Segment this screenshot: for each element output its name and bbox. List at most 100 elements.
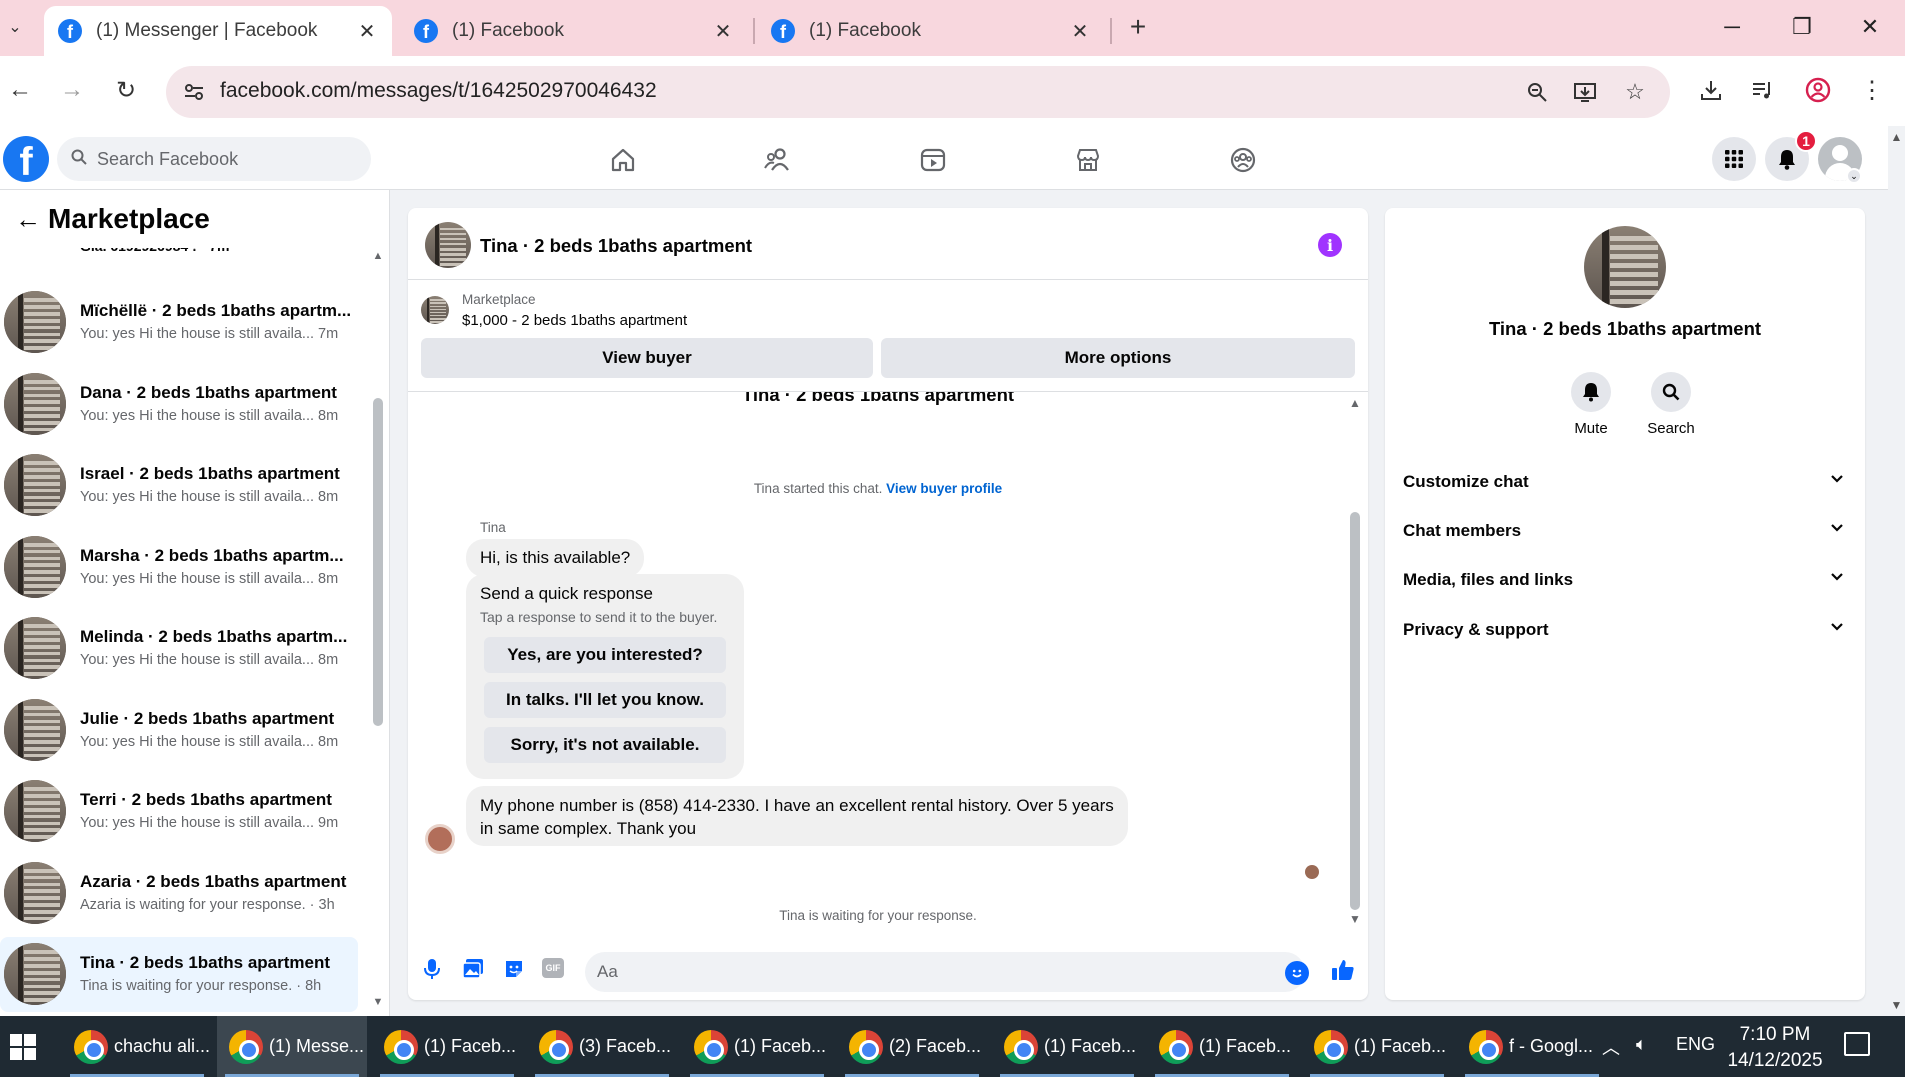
address-bar[interactable]: facebook.com/messages/t/1642502970046432… [166,66,1670,118]
browser-tab-messenger[interactable]: f (1) Messenger | Facebook ✕ [44,6,392,56]
list-item[interactable]: Israel · 2 beds 1baths apartment You: yes… [0,448,358,523]
tab-close-icon[interactable]: ✕ [712,19,734,44]
facebook-search[interactable] [57,137,371,181]
info-icon[interactable]: i [1318,233,1342,257]
conversation-thumbnail[interactable] [425,222,471,268]
scroll-up-arrow-icon[interactable]: ▲ [1347,396,1363,410]
scroll-down-arrow-icon[interactable]: ▼ [1347,912,1363,926]
media-controls-icon[interactable] [1744,72,1780,108]
browser-tab-facebook-2[interactable]: f (1) Facebook ✕ [757,6,1105,56]
chat-members-row[interactable]: Chat members [1391,507,1859,553]
zoom-icon[interactable] [1522,78,1552,106]
notification-center-icon[interactable] [1844,1032,1870,1056]
customize-chat-row[interactable]: Customize chat [1391,458,1859,504]
conversation-avatar[interactable] [1584,226,1666,308]
conversation-title[interactable]: Tina · 2 beds 1baths apartment [480,235,752,257]
tab-close-icon[interactable]: ✕ [1069,19,1091,44]
gif-icon[interactable]: GIF [542,958,564,978]
thread-scrollbar[interactable] [1350,512,1360,910]
marketplace-icon[interactable] [1058,138,1118,182]
list-item[interactable]: Dana · 2 beds 1baths apartment You: yes H… [0,367,358,442]
taskbar-item[interactable]: (1) Faceb... [372,1016,522,1077]
list-item[interactable]: Terri · 2 beds 1baths apartment You: yes … [0,774,358,849]
listing-price[interactable]: $1,000 - 2 beds 1baths apartment [462,312,687,329]
more-options-button[interactable]: More options [881,338,1355,378]
chevron-up-icon[interactable]: ︿ [1602,1034,1620,1060]
row-label: Privacy & support [1403,620,1549,639]
menu-grid-icon[interactable] [1712,137,1756,181]
home-icon[interactable] [593,138,653,182]
video-icon[interactable] [903,138,963,182]
taskbar-item[interactable]: f - Googl... [1457,1016,1607,1077]
message-line: in same complex. Thank you [480,819,697,838]
taskbar-item[interactable]: (1) Faceb... [1302,1016,1452,1077]
chevron-down-icon [1829,519,1845,540]
bookmark-star-icon[interactable]: ☆ [1620,78,1650,106]
emoji-icon[interactable] [1285,961,1309,985]
profile-icon[interactable] [1800,72,1836,108]
browser-menu-icon[interactable]: ⋮ [1854,72,1890,108]
back-arrow-icon[interactable]: ← [8,204,48,235]
groups-icon[interactable] [1213,138,1273,182]
minimize-icon[interactable]: ─ [1712,8,1752,46]
restore-icon[interactable]: ❐ [1782,8,1822,46]
privacy-support-row[interactable]: Privacy & support [1391,606,1859,652]
listing-thumbnail [4,943,66,1005]
search-input[interactable] [97,148,347,170]
message-input[interactable] [585,952,1305,992]
taskbar-item[interactable]: (1) Faceb... [1147,1016,1297,1077]
browser-tab-facebook-1[interactable]: f (1) Facebook ✕ [400,6,748,56]
message-bubble[interactable]: Hi, is this available? [466,539,645,577]
downloads-icon[interactable] [1693,72,1729,108]
taskbar-item[interactable]: (1) Messe... [217,1016,367,1077]
message-bubble[interactable]: My phone number is (858) 414-2330. I hav… [466,786,1128,846]
list-item[interactable]: Mïchëllë · 2 beds 1baths apartm... You: y… [0,285,358,360]
taskbar-item[interactable]: (1) Faceb... [992,1016,1142,1077]
taskbar-item[interactable]: (3) Faceb... [527,1016,677,1077]
friends-icon[interactable] [748,138,808,182]
list-item[interactable]: Julie · 2 beds 1baths apartment You: yes … [0,693,358,768]
language-indicator[interactable]: ENG [1676,1034,1715,1055]
tab-close-icon[interactable]: ✕ [356,19,378,44]
facebook-logo[interactable]: f [3,136,49,182]
sender-avatar[interactable] [425,824,455,854]
thumbs-up-icon[interactable] [1328,955,1358,985]
url-text[interactable]: facebook.com/messages/t/1642502970046432 [220,79,657,103]
page-scroll-down-arrow-icon[interactable]: ▼ [1888,998,1905,1012]
back-arrow-icon[interactable]: ← [0,70,40,110]
list-item[interactable]: Marsha · 2 beds 1baths apartm... You: yes… [0,530,358,605]
taskbar-item[interactable]: (2) Faceb... [837,1016,987,1077]
quick-response-option[interactable]: Yes, are you interested? [484,637,726,673]
close-window-icon[interactable]: ✕ [1850,8,1890,46]
mute-button[interactable]: Mute [1556,372,1626,437]
taskbar-item[interactable]: chachu ali... [62,1016,212,1077]
view-buyer-button[interactable]: View buyer [421,338,873,378]
list-item[interactable]: Tina · 2 beds 1baths apartment Tina is wa… [0,937,358,1012]
list-item[interactable]: Melinda · 2 beds 1baths apartm... You: ye… [0,611,358,686]
windows-start-icon[interactable] [10,1034,36,1060]
taskbar-item[interactable]: (1) Faceb... [682,1016,832,1077]
scroll-up-arrow-icon[interactable]: ▲ [370,250,386,262]
install-app-icon[interactable] [1570,78,1600,106]
chevron-down-icon[interactable]: ⌄ [1846,168,1862,184]
system-clock[interactable]: 7:10 PM 14/12/2025 [1720,1022,1830,1074]
scroll-down-arrow-icon[interactable]: ▼ [370,996,386,1008]
view-buyer-profile-link[interactable]: View buyer profile [886,481,1002,496]
quick-response-option[interactable]: In talks. I'll let you know. [484,682,726,718]
microphone-icon[interactable] [418,955,446,983]
site-settings-icon[interactable] [180,78,208,106]
forward-arrow-icon[interactable]: → [52,70,92,110]
sticker-icon[interactable] [500,955,528,983]
media-files-links-row[interactable]: Media, files and links [1391,556,1859,602]
reload-icon[interactable]: ↻ [106,70,146,110]
sidebar-scrollbar[interactable] [373,398,383,726]
photo-icon[interactable] [459,955,487,983]
tab-search-chevron-icon[interactable]: ⌄ [2,10,28,44]
new-tab-plus-icon[interactable]: + [1124,10,1152,44]
notification-badge: 1 [1795,130,1817,152]
quick-response-option[interactable]: Sorry, it's not available. [484,727,726,763]
page-scroll-up-arrow-icon[interactable]: ▲ [1888,130,1905,144]
volume-icon[interactable]: 🔈︎ [1636,1034,1647,1055]
list-item[interactable]: Azaria · 2 beds 1baths apartment Azaria i… [0,856,358,931]
search-in-conversation-button[interactable]: Search [1636,372,1706,437]
